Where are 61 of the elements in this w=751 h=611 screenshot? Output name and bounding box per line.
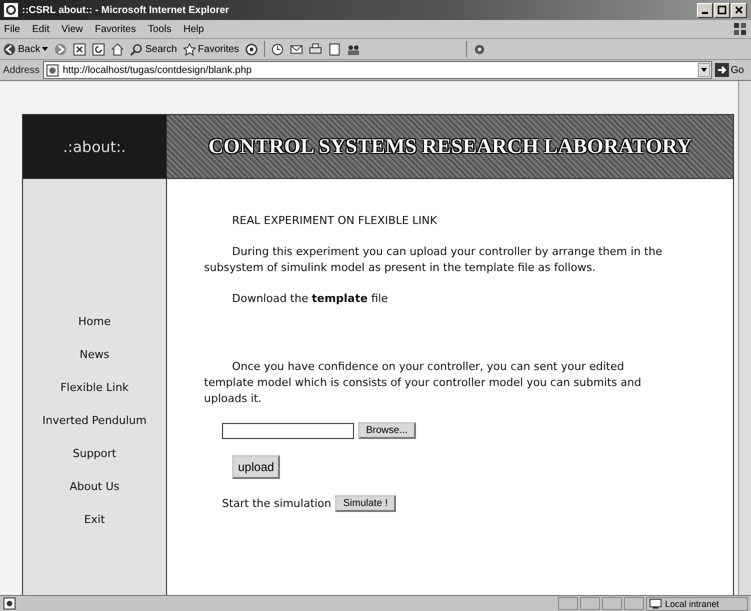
search-icon	[130, 42, 144, 56]
home-icon[interactable]	[111, 42, 124, 56]
media-icon[interactable]	[245, 42, 258, 56]
page-status-icon	[3, 597, 16, 610]
address-field[interactable]: http://localhost/tugas/contdesign/blank.php	[42, 61, 712, 79]
simulation-label: Start the simulation	[222, 497, 332, 510]
nav-link[interactable]: News	[80, 346, 110, 363]
dropdown-arrow-icon[interactable]	[698, 63, 710, 77]
status-panel	[580, 597, 600, 610]
print-icon[interactable]	[309, 42, 322, 56]
security-zone: Local intranet	[646, 596, 748, 610]
site-logo: .:about:.	[23, 115, 167, 178]
menu-item[interactable]: View	[61, 24, 83, 34]
caret-icon	[42, 47, 48, 51]
file-path-field[interactable]	[222, 422, 354, 438]
status-panel	[558, 597, 578, 610]
nav-link[interactable]: Exit	[84, 511, 105, 528]
nav-link[interactable]: Support	[72, 445, 116, 462]
maximize-button[interactable]	[714, 2, 730, 18]
download-text: Download the template file	[231, 291, 389, 307]
windows-logo-icon	[733, 22, 747, 36]
close-button[interactable]	[731, 2, 747, 18]
instructions-paragraph: Once you have confidence on your controller, you can sent your edited template model which is consists of your controller model you can submits and uploads it.	[204, 359, 642, 407]
go-arrow-icon	[714, 63, 729, 77]
nav-link[interactable]: Inverted Pendulum	[42, 412, 147, 429]
minimize-button[interactable]	[697, 2, 713, 18]
minimize-icon	[702, 12, 708, 14]
star-icon	[182, 42, 196, 56]
forward-icon[interactable]	[54, 42, 68, 56]
menu-item[interactable]: Tools	[148, 24, 172, 34]
page-icon	[46, 64, 59, 76]
site-title: CONTROL SYSTEMS RESEARCH LABORATORY	[208, 134, 692, 159]
browse-button[interactable]: Browse...	[358, 422, 416, 439]
menu-item[interactable]: Edit	[32, 24, 50, 34]
menu-item[interactable]: Favorites	[94, 24, 136, 34]
menu-item[interactable]: Help	[183, 24, 204, 34]
computer-icon	[649, 598, 662, 610]
browser-icon	[4, 3, 18, 17]
back-button[interactable]: Back	[3, 42, 48, 56]
favorites-button[interactable]: Favorites	[182, 42, 240, 56]
nav-link[interactable]: About Us	[70, 478, 120, 495]
simulate-button[interactable]: Simulate !	[335, 495, 396, 512]
nav-link[interactable]: Home	[78, 313, 111, 330]
search-button[interactable]: Search	[130, 42, 177, 56]
window-title: ::CSRL about:: - Microsoft Internet Explorer	[22, 4, 230, 16]
stop-icon[interactable]	[73, 42, 86, 56]
go-button[interactable]: Go	[714, 63, 748, 77]
maximize-icon	[717, 5, 727, 15]
status-panel	[602, 597, 622, 610]
intro-paragraph: During this experiment you can upload your controller by arrange them in the subsystem of simulink model as present in the template file as follows.	[204, 244, 664, 276]
vertical-scrollbar[interactable]	[738, 81, 751, 595]
upload-button[interactable]: upload	[232, 455, 280, 479]
mail-icon[interactable]	[290, 42, 304, 56]
history-icon[interactable]	[271, 42, 284, 56]
nav-link[interactable]: Flexible Link	[60, 379, 129, 396]
refresh-icon[interactable]	[92, 42, 106, 56]
close-icon	[734, 5, 744, 15]
menu-item[interactable]: File	[4, 24, 20, 34]
page-heading: REAL EXPERIMENT ON FLEXIBLE LINK	[231, 213, 438, 229]
status-panel	[624, 597, 644, 610]
address-label: Address	[3, 64, 40, 76]
